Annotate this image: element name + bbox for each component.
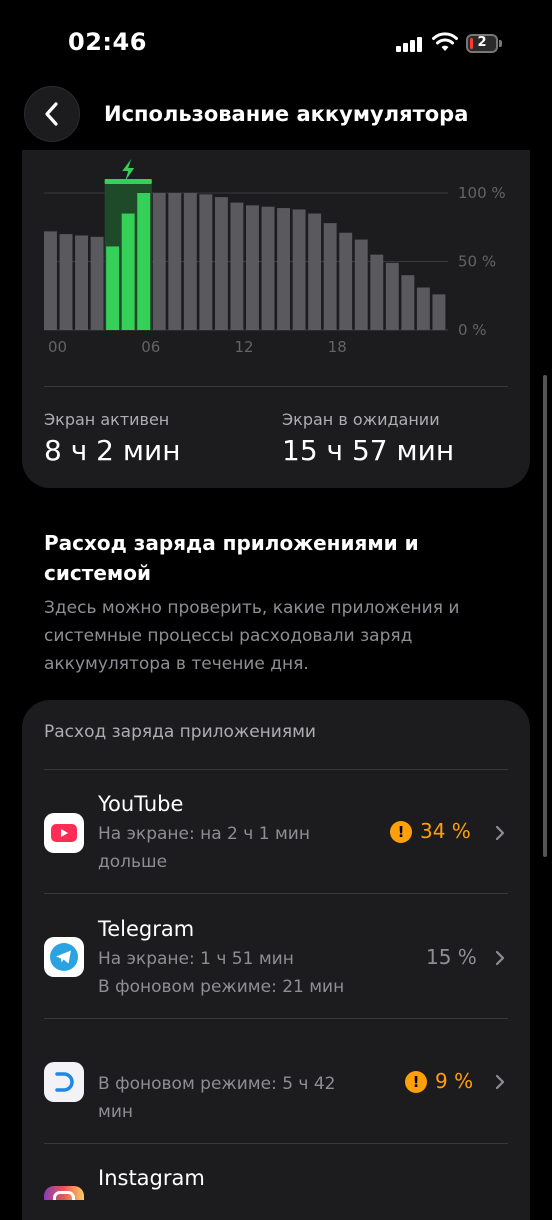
app-detail: В фоновом режиме: 5 ч 42 — [98, 1074, 336, 1094]
chevron-right-icon — [495, 1074, 505, 1090]
battery-icon: 2 — [466, 34, 498, 53]
screen-idle-label: Экран в ожидании — [282, 410, 440, 429]
back-button[interactable] — [24, 86, 80, 142]
chart-bar — [277, 208, 291, 330]
x-tick-label: 12 — [234, 338, 253, 356]
app-detail: На экране: 1 ч 51 мин — [98, 949, 294, 969]
chart-bar — [246, 205, 259, 330]
page-title: Использование аккумулятора — [104, 102, 469, 126]
app-usage-title: Расход заряда приложениями — [44, 722, 316, 742]
screen-idle-value: 15 ч 57 мин — [282, 434, 455, 467]
divider — [44, 1143, 508, 1144]
battery-level: 2 — [477, 35, 487, 50]
x-tick-label: 00 — [48, 338, 67, 356]
chart-bar — [152, 193, 166, 330]
y-tick-label: 100 % — [458, 184, 506, 202]
chart-bar — [199, 194, 213, 330]
chart-bar — [214, 197, 228, 330]
usage-percent: 34 % — [420, 819, 471, 843]
chevron-right-icon — [495, 950, 505, 966]
chart-bar — [432, 294, 446, 330]
app-name: Instagram — [98, 1166, 205, 1190]
chart-bar — [370, 254, 384, 330]
charging-bolt-icon — [122, 159, 135, 181]
chevron-right-icon — [495, 825, 505, 841]
chart-bar — [75, 235, 89, 330]
chart-bar — [121, 213, 135, 330]
signal-icon — [396, 36, 422, 52]
divider — [44, 893, 508, 894]
battery-chart: 100 % 50 % 0 % 00 06 12 18 — [44, 159, 506, 356]
usage-percent: 9 % — [435, 1069, 474, 1093]
chart-bar — [385, 262, 399, 330]
battery-tip — [499, 40, 502, 47]
battery-chart-card: 100 % 50 % 0 % 00 06 12 18 Экран активен 8 ч 2… — [22, 150, 530, 488]
chart-bar — [44, 231, 57, 330]
section-title: Расход заряда приложениями и системой — [44, 531, 419, 585]
divider — [44, 769, 508, 770]
chart-bar — [416, 287, 430, 330]
usage-percent: 15 % — [426, 945, 477, 969]
screen-on-value: 8 ч 2 мин — [44, 434, 181, 467]
chart-bar — [401, 275, 415, 330]
wifi-icon — [432, 32, 458, 51]
x-tick-label: 06 — [141, 338, 160, 356]
telegram-icon — [44, 937, 84, 977]
chart-bar — [261, 206, 275, 330]
chart-bar — [106, 246, 120, 330]
chart-bar — [137, 193, 151, 330]
divider — [44, 386, 508, 387]
chart-bar — [339, 232, 353, 330]
app-icon — [44, 1062, 84, 1102]
chart-bar — [354, 239, 368, 330]
app-detail: На экране: на 2 ч 1 мин — [98, 824, 310, 844]
divider — [44, 1018, 508, 1019]
chart-bar — [308, 213, 322, 330]
app-name: YouTube — [98, 792, 184, 816]
warning-icon: ! — [390, 821, 412, 843]
y-tick-label: 50 % — [458, 253, 496, 271]
app-name: Telegram — [98, 917, 195, 941]
chart-bar — [168, 193, 182, 330]
app-detail: В фоновом режиме: 21 мин — [98, 977, 345, 997]
chart-bar — [90, 236, 104, 330]
status-time: 02:46 — [68, 28, 147, 56]
scrollbar[interactable] — [543, 375, 547, 857]
x-tick-label: 18 — [328, 338, 347, 356]
section-description: Здесь можно проверить, какие приложения … — [44, 598, 460, 674]
y-tick-label: 0 % — [458, 321, 487, 339]
instagram-icon — [44, 1186, 84, 1200]
app-detail: дольше — [98, 852, 168, 872]
app-detail: мин — [98, 1102, 133, 1122]
chart-bar — [183, 193, 197, 330]
screen-on-label: Экран активен — [44, 410, 170, 429]
chart-bar — [230, 202, 244, 330]
chart-bar — [323, 223, 337, 330]
youtube-icon — [44, 813, 84, 853]
charging-indicator — [104, 179, 152, 184]
chevron-left-icon — [45, 102, 58, 126]
chart-bar — [292, 209, 306, 330]
warning-icon: ! — [405, 1071, 427, 1093]
chart-bar — [59, 234, 73, 330]
